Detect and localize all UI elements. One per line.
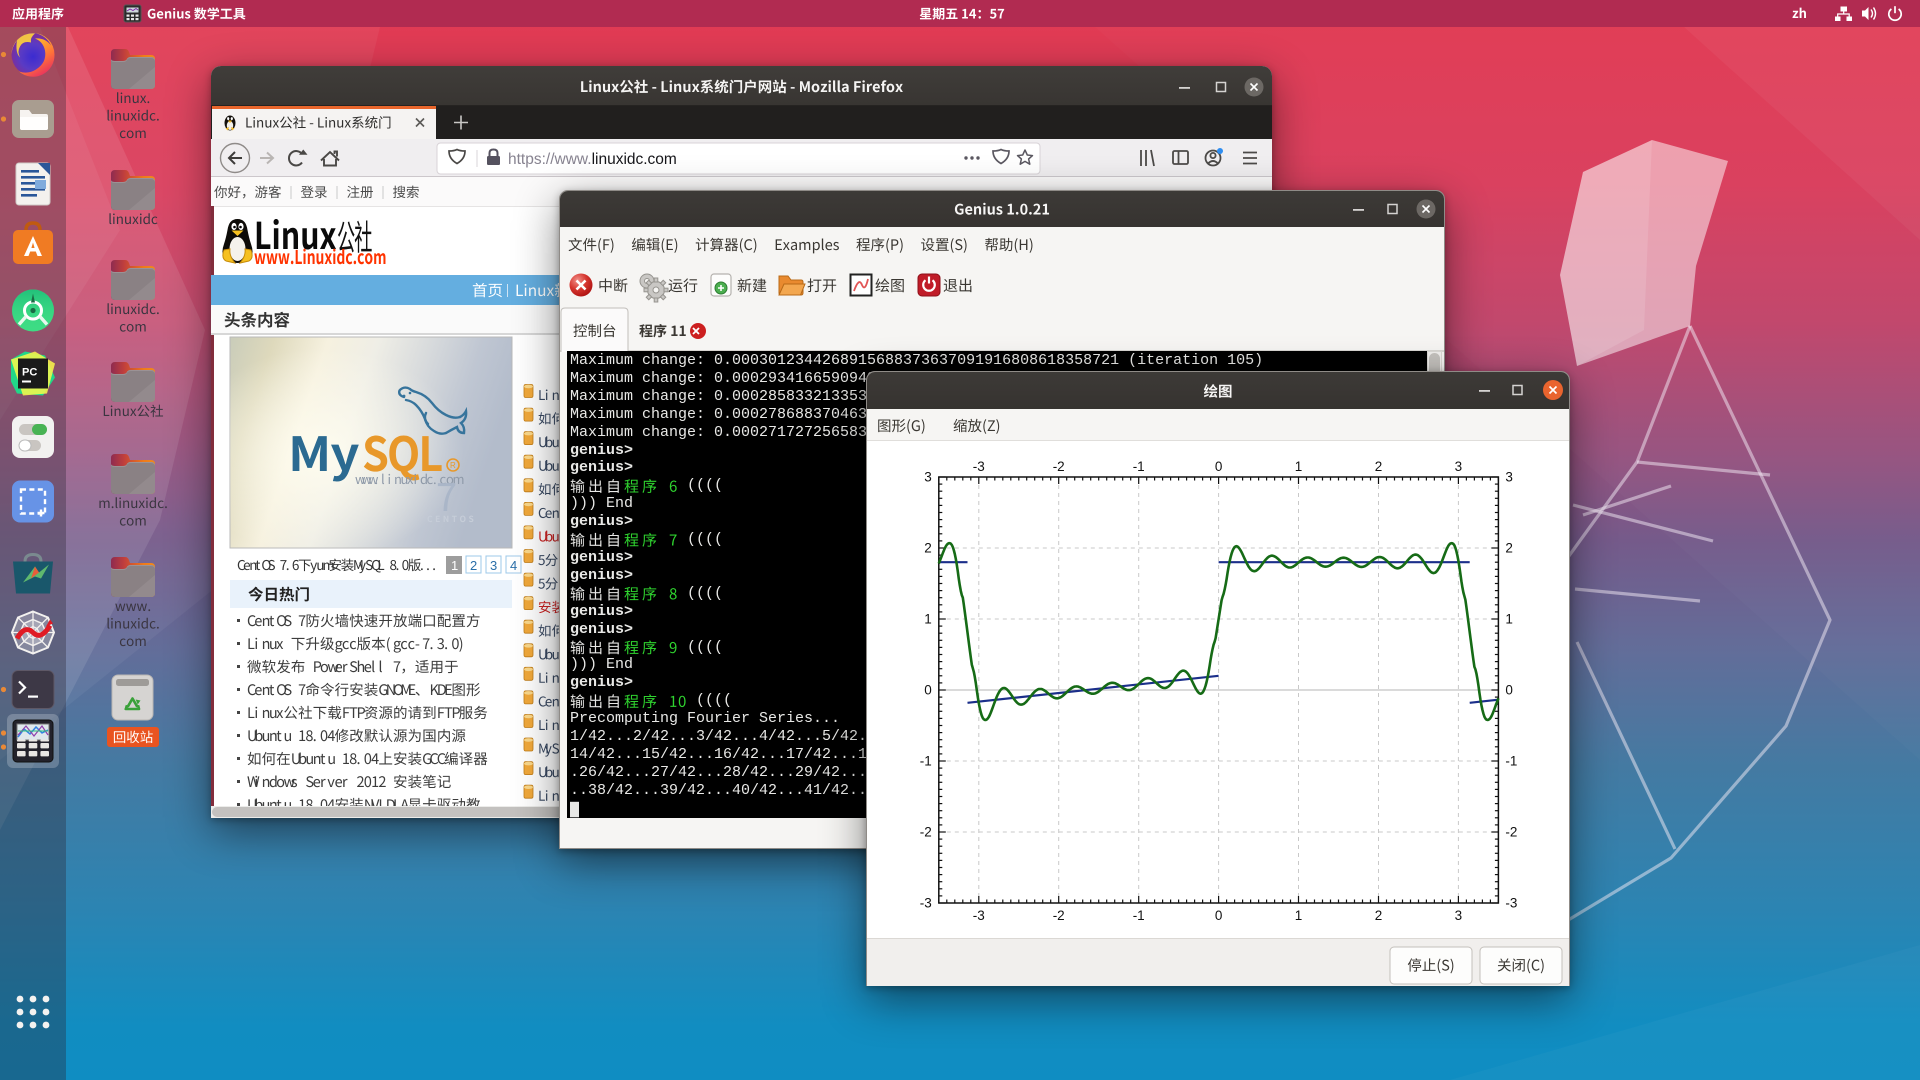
svg-text:3: 3 <box>490 558 497 573</box>
svg-text:-1: -1 <box>1505 754 1517 769</box>
svg-text:0: 0 <box>924 683 932 698</box>
svg-text:2: 2 <box>1505 541 1513 556</box>
svg-text:-1: -1 <box>1133 908 1145 923</box>
svg-text:-2: -2 <box>1505 825 1517 840</box>
svg-text:1: 1 <box>1295 459 1303 474</box>
svg-text:-1: -1 <box>920 754 932 769</box>
svg-text:0: 0 <box>1505 683 1513 698</box>
svg-text:1: 1 <box>1295 908 1303 923</box>
svg-text:-2: -2 <box>920 825 932 840</box>
svg-text:-3: -3 <box>973 459 985 474</box>
svg-text:-2: -2 <box>1053 459 1065 474</box>
svg-text:2: 2 <box>470 558 477 573</box>
svg-text:2: 2 <box>1375 459 1383 474</box>
svg-text:-1: -1 <box>1133 459 1145 474</box>
svg-text:0: 0 <box>1215 908 1223 923</box>
svg-text:3: 3 <box>1455 908 1463 923</box>
svg-text:2: 2 <box>924 541 932 556</box>
svg-text:R: R <box>450 461 456 470</box>
svg-text:https://www.linuxidc.com: https://www.linuxidc.com <box>508 151 677 168</box>
svg-text:1: 1 <box>924 612 932 627</box>
svg-text:-3: -3 <box>1505 896 1517 911</box>
svg-text:3: 3 <box>1455 459 1463 474</box>
svg-text:3: 3 <box>1505 470 1513 485</box>
svg-text:-2: -2 <box>1053 908 1065 923</box>
svg-text:0: 0 <box>1215 459 1223 474</box>
svg-text:-3: -3 <box>973 908 985 923</box>
svg-text:4: 4 <box>510 558 517 573</box>
svg-text:3: 3 <box>924 470 932 485</box>
svg-text:2: 2 <box>1375 908 1383 923</box>
svg-text:1: 1 <box>451 558 458 573</box>
svg-text:1: 1 <box>1505 612 1513 627</box>
svg-text:PC: PC <box>22 367 37 379</box>
svg-text:-3: -3 <box>920 896 932 911</box>
